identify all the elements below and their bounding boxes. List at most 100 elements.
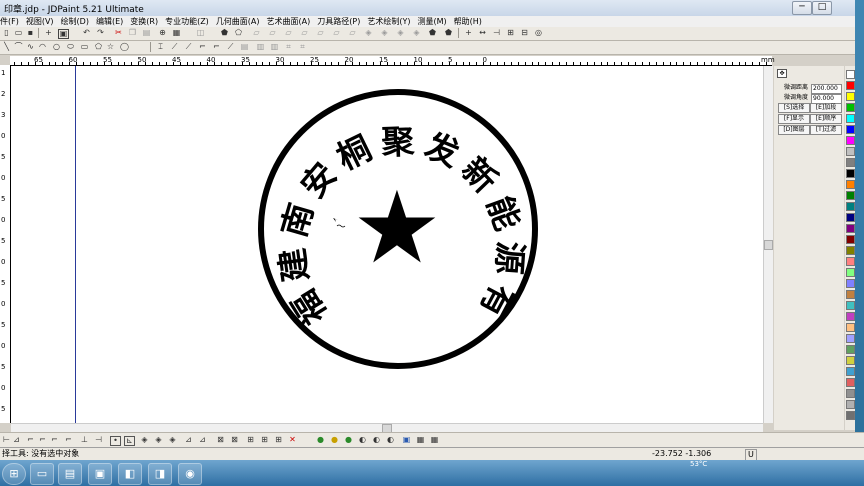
snap-tool-13-icon[interactable]: ◈ — [168, 436, 177, 444]
select-box-icon[interactable]: ▣ — [58, 29, 69, 39]
node-tool-8-icon[interactable]: ▥ — [256, 43, 265, 51]
rectangle-tool-icon[interactable]: ▭ — [80, 43, 89, 51]
filter-button[interactable]: [T]过滤 — [810, 125, 842, 135]
color-swatch[interactable] — [846, 191, 855, 200]
view-1-icon[interactable]: ▣ — [402, 436, 411, 444]
color-swatch[interactable] — [846, 235, 855, 244]
snap-tool-12-icon[interactable]: ◈ — [154, 436, 163, 444]
layer-button[interactable]: [D]图层 — [778, 125, 810, 135]
shield-outline-icon[interactable]: ⬠ — [234, 29, 243, 37]
copy-icon[interactable]: ❐ — [128, 29, 137, 37]
polyline-tool-icon[interactable]: ⌒ — [14, 43, 23, 51]
taskbar-explorer-icon[interactable]: ▭ — [30, 463, 54, 485]
bulb-icon[interactable]: ◐ — [358, 436, 367, 444]
color-swatch[interactable] — [846, 257, 855, 266]
color-swatch[interactable] — [846, 70, 855, 79]
shield-filled-icon[interactable]: ⬟ — [428, 29, 437, 37]
yellow-light-icon[interactable]: ● — [330, 436, 339, 444]
node-tool-2-icon[interactable]: ⟋ — [170, 43, 179, 51]
menu-help[interactable]: 帮助(H) — [454, 16, 482, 27]
color-swatch[interactable] — [846, 367, 855, 376]
node-tool-6-icon[interactable]: ⟋ — [226, 43, 235, 51]
color-swatch[interactable] — [846, 136, 855, 145]
surface-tool-5-icon[interactable]: ▱ — [316, 29, 325, 37]
display-button[interactable]: [F]显示 — [778, 114, 810, 124]
order-button[interactable]: [E]顺序 — [810, 114, 842, 124]
line-tool-icon[interactable]: ╲ — [2, 43, 11, 51]
color-swatch[interactable] — [846, 312, 855, 321]
color-swatch[interactable] — [846, 202, 855, 211]
snap-tool-19-icon[interactable]: ⊞ — [260, 436, 269, 444]
mirror-icon[interactable]: ⊟ — [520, 29, 529, 37]
fine-distance-input[interactable]: 200.000 — [811, 84, 842, 94]
surface-tool-3-icon[interactable]: ▱ — [284, 29, 293, 37]
menu-edit[interactable]: 编辑(E) — [96, 16, 123, 27]
color-swatch[interactable] — [846, 378, 855, 387]
menu-art-surface[interactable]: 艺术曲面(A) — [267, 16, 311, 27]
add-segment-button[interactable]: [E]加段 — [810, 103, 842, 113]
grid-icon[interactable]: ▦ — [172, 29, 181, 37]
seal-drawing[interactable]: 福建南安桐聚发新能源有限公司 ★ — [252, 84, 544, 374]
circle-tool-icon[interactable]: ○ — [52, 43, 61, 51]
paste-icon[interactable]: ▤ — [142, 29, 151, 37]
node-tool-11-icon[interactable]: ⌗ — [298, 43, 307, 51]
start-button[interactable]: ⊞ — [2, 463, 26, 485]
color-swatch[interactable] — [846, 158, 855, 167]
dimension-icon[interactable]: ↔ — [478, 29, 487, 37]
node-tool-5-icon[interactable]: ⌐ — [212, 43, 221, 51]
shield-filled-2-icon[interactable]: ⬟ — [444, 29, 453, 37]
color-swatch[interactable] — [846, 114, 855, 123]
color-swatch[interactable] — [846, 400, 855, 409]
color-swatch[interactable] — [846, 356, 855, 365]
taskbar-app-2-icon[interactable]: ◧ — [118, 463, 142, 485]
arrange-icon[interactable]: ⊞ — [506, 29, 515, 37]
green-light-icon[interactable]: ● — [316, 436, 325, 444]
star-tool-icon[interactable]: ☆ — [106, 43, 115, 51]
color-swatch[interactable] — [846, 224, 855, 233]
arc-tool-icon[interactable]: ◠ — [38, 43, 47, 51]
color-swatch[interactable] — [846, 147, 855, 156]
zoom-in-icon[interactable]: ⊕ — [158, 29, 167, 37]
taskbar-app-4-icon[interactable]: ◉ — [178, 463, 202, 485]
color-swatch[interactable] — [846, 301, 855, 310]
color-swatch[interactable] — [846, 279, 855, 288]
maximize-button[interactable]: □ — [812, 1, 832, 15]
surface-tool-10-icon[interactable]: ◈ — [396, 29, 405, 37]
bulb-2-icon[interactable]: ◐ — [372, 436, 381, 444]
color-swatch[interactable] — [846, 103, 855, 112]
node-tool-3-icon[interactable]: ⟋ — [184, 43, 193, 51]
bulb-3-icon[interactable]: ◐ — [386, 436, 395, 444]
select-button[interactable]: [S]选择 — [778, 103, 810, 113]
snap-tool-10-icon[interactable]: ⊾ — [124, 436, 135, 446]
menu-file[interactable]: 件(F) — [0, 16, 19, 27]
surface-tool-9-icon[interactable]: ◈ — [380, 29, 389, 37]
node-tool-7-icon[interactable]: ▤ — [240, 43, 249, 51]
snap-tool-20-icon[interactable]: ⊞ — [274, 436, 283, 444]
view-2-icon[interactable]: ▦ — [416, 436, 425, 444]
save-icon[interactable]: ▪ — [26, 29, 35, 37]
snap-tool-17-icon[interactable]: ⊠ — [230, 436, 239, 444]
node-edit-icon[interactable]: ⌶ — [156, 43, 165, 51]
menu-geometry-surface[interactable]: 几何曲面(A) — [216, 16, 260, 27]
layer-icon[interactable]: ◫ — [196, 29, 205, 37]
surface-tool-8-icon[interactable]: ◈ — [364, 29, 373, 37]
menu-measure[interactable]: 测量(M) — [417, 16, 446, 27]
color-swatch[interactable] — [846, 290, 855, 299]
ellipse-tool-icon[interactable]: ⬭ — [66, 43, 75, 51]
panel-pin-icon[interactable]: ✥ — [777, 69, 787, 78]
snap-tool-7-icon[interactable]: ⊥ — [80, 436, 89, 444]
color-swatch[interactable] — [846, 323, 855, 332]
color-swatch[interactable] — [846, 334, 855, 343]
color-swatch[interactable] — [846, 213, 855, 222]
target-icon[interactable]: ◎ — [534, 29, 543, 37]
taskbar-folder-icon[interactable]: ▤ — [58, 463, 82, 485]
cut-icon[interactable]: ✂ — [114, 29, 123, 37]
color-swatch[interactable] — [846, 389, 855, 398]
snap-tool-9-icon[interactable]: • — [110, 436, 121, 446]
redo-icon[interactable]: ↷ — [96, 29, 105, 37]
color-swatch[interactable] — [846, 345, 855, 354]
surface-tool-6-icon[interactable]: ▱ — [332, 29, 341, 37]
snap-tool-3-icon[interactable]: ⌐ — [26, 436, 35, 444]
shield-icon[interactable]: ⬟ — [220, 29, 229, 37]
view-3-icon[interactable]: ▦ — [430, 436, 439, 444]
